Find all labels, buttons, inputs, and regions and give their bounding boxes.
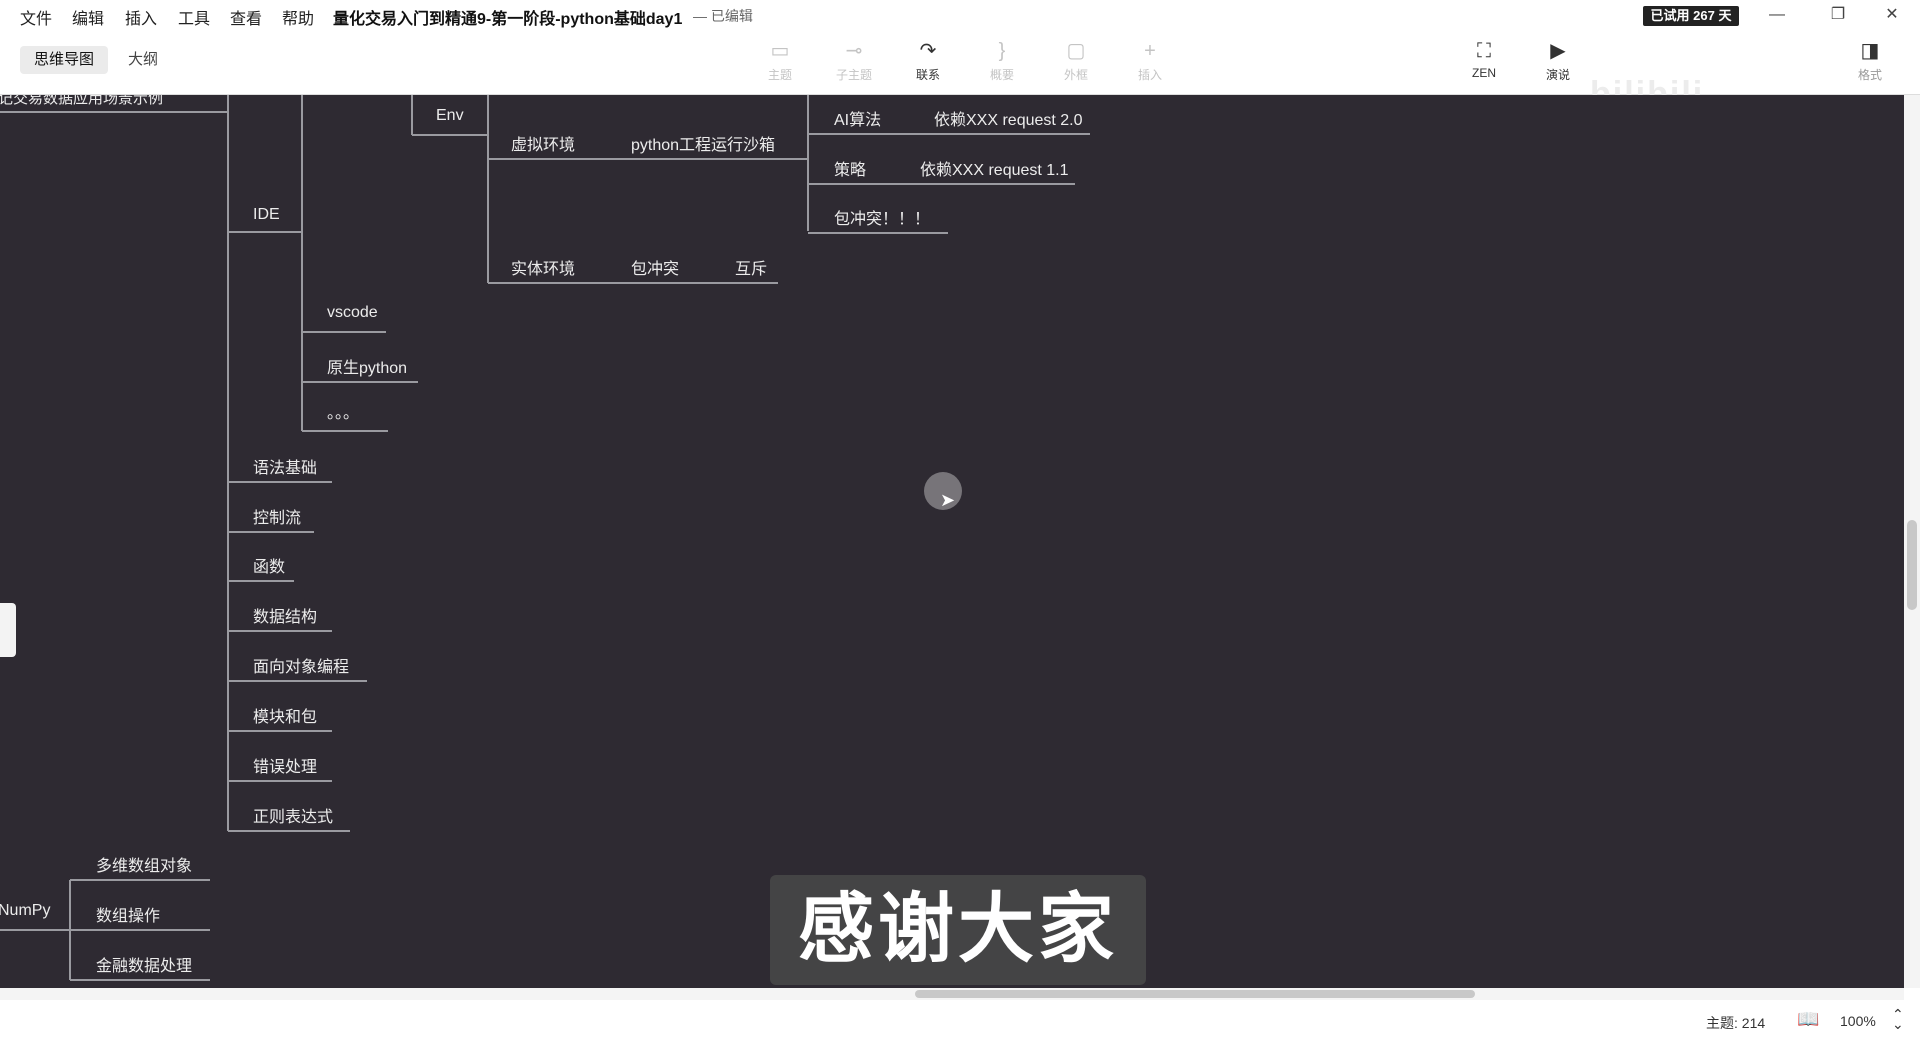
zoom-stepper-icon[interactable]: ⌃ ⌄	[1892, 1007, 1904, 1031]
menu-tools[interactable]: 工具	[178, 5, 210, 29]
restore-button[interactable]: ❐	[1818, 2, 1858, 28]
title-bar: 文件 编辑 插入 工具 查看 帮助 量化交易入门到精通9-第一阶段-python…	[0, 0, 1920, 30]
pitch-icon: ▶	[1550, 40, 1566, 62]
mindmap-node-control-flow[interactable]: 控制流	[253, 504, 301, 528]
minimize-button[interactable]: —	[1757, 2, 1797, 28]
summary-label: 概要	[989, 68, 1014, 82]
boundary-label: 外框	[1063, 68, 1088, 82]
vertical-scrollbar-thumb[interactable]	[1907, 520, 1917, 610]
mindmap-node-data-structures[interactable]: 数据结构	[253, 603, 317, 627]
tab-mindmap[interactable]: 思维导图	[20, 46, 109, 74]
menu-view[interactable]: 查看	[230, 5, 262, 29]
connector-lines	[0, 95, 1090, 981]
close-button[interactable]: ✕	[1872, 2, 1912, 28]
mindmap-node-syntax[interactable]: 语法基础	[253, 454, 317, 478]
mindmap-node-ai-algo[interactable]: AI算法	[834, 106, 881, 130]
subtopic-icon: ⊸	[845, 40, 863, 62]
zen-button[interactable]: ⛶ ZEN	[1456, 36, 1512, 80]
insert-button[interactable]: + 插入	[1122, 36, 1178, 83]
document-status: — 已编辑	[693, 8, 753, 24]
format-panel-button[interactable]: ◨ 格式	[1842, 36, 1898, 83]
mindmap-node-dep-11[interactable]: 依赖XXX request 1.1	[920, 156, 1069, 180]
menu-help[interactable]: 帮助	[282, 5, 314, 29]
format-panel-icon: ◨	[1860, 40, 1880, 62]
zen-icon: ⛶	[1477, 40, 1491, 62]
relationship-label: 联系	[915, 68, 940, 82]
mindmap-node-vscode[interactable]: vscode	[327, 304, 378, 322]
zen-label: ZEN	[1472, 66, 1496, 80]
summary-icon: }	[998, 40, 1006, 62]
document-title: 量化交易入门到精通9-第一阶段-python基础day1	[333, 11, 683, 28]
relationship-icon: ↷	[919, 40, 937, 62]
insert-icon: +	[1144, 40, 1156, 62]
menu-file[interactable]: 文件	[20, 5, 52, 29]
side-panel-handle[interactable]	[0, 603, 16, 657]
insert-label: 插入	[1137, 68, 1162, 82]
horizontal-scrollbar-thumb[interactable]	[915, 990, 1475, 998]
tab-outline[interactable]: 大纲	[114, 46, 172, 74]
mouse-pointer-icon: ➤	[940, 490, 956, 510]
map-shelf-icon[interactable]: 📖	[1797, 1009, 1819, 1030]
menu-edit[interactable]: 编辑	[72, 5, 104, 29]
toolbar: 思维导图 大纲 ▭ 主题 ⊸ 子主题 ↷ 联系 } 概要 ▢ 外框 + 插入 ⛶…	[0, 30, 1920, 113]
topic-label: 主题	[767, 68, 792, 82]
menu-insert[interactable]: 插入	[125, 5, 157, 29]
video-subtitle: 感谢大家	[770, 875, 1146, 985]
status-bar: 主题: 214 📖 100% ⌃ ⌄	[0, 1000, 1920, 1040]
mindmap-node-virtual-env[interactable]: 虚拟环境	[511, 131, 575, 155]
mindmap-node-numpy[interactable]: NumPy	[0, 902, 50, 920]
mindmap-node-conflict-bang[interactable]: 包冲突！！！	[834, 205, 930, 229]
trial-badge[interactable]: 已试用 267 天	[1643, 6, 1739, 26]
mindmap-node-ide[interactable]: IDE	[253, 206, 280, 224]
mindmap-node-dep-20[interactable]: 依赖XXX request 2.0	[934, 106, 1083, 130]
mindmap-node-ellipsis[interactable]: 。。。	[327, 399, 359, 423]
subtopic-label: 子主题	[835, 68, 872, 82]
zoom-level[interactable]: 100%	[1840, 1013, 1876, 1029]
mindmap-node-strategy[interactable]: 策略	[834, 156, 866, 180]
topic-icon: ▭	[770, 40, 790, 62]
boundary-button[interactable]: ▢ 外框	[1048, 36, 1104, 83]
horizontal-scrollbar[interactable]	[0, 988, 1904, 1000]
mindmap-node-errors[interactable]: 错误处理	[253, 753, 317, 777]
vertical-scrollbar[interactable]	[1904, 95, 1920, 988]
mindmap-node-native-python[interactable]: 原生python	[327, 354, 407, 378]
mindmap-node-ndarray[interactable]: 多维数组对象	[96, 852, 192, 876]
format-panel-label: 格式	[1857, 68, 1882, 82]
boundary-icon: ▢	[1066, 40, 1086, 62]
mindmap-node-env[interactable]: Env	[436, 107, 464, 125]
relationship-button[interactable]: ↷ 联系	[900, 36, 956, 83]
subtopic-button[interactable]: ⊸ 子主题	[826, 36, 882, 83]
mindmap-node-functions[interactable]: 函数	[253, 553, 285, 577]
mindmap-node-physical-env[interactable]: 实体环境	[511, 255, 575, 279]
pitch-label: 演说	[1545, 68, 1570, 82]
mindmap-node-mutex[interactable]: 互斥	[735, 255, 767, 279]
mindmap-node-conflict[interactable]: 包冲突	[631, 255, 679, 279]
pitch-button[interactable]: ▶ 演说	[1530, 36, 1586, 83]
mindmap-node-modules[interactable]: 模块和包	[253, 703, 317, 727]
mindmap-node-finance-data[interactable]: 金融数据处理	[96, 952, 192, 976]
topic-button[interactable]: ▭ 主题	[752, 36, 808, 83]
mindmap-node-array-ops[interactable]: 数组操作	[96, 902, 160, 926]
mindmap-node-sandbox[interactable]: python工程运行沙箱	[631, 131, 775, 155]
topic-count: 主题: 214	[1706, 1015, 1766, 1031]
summary-button[interactable]: } 概要	[974, 36, 1030, 83]
mindmap-node-partial[interactable]: 记交易数据应用场景示例	[0, 95, 163, 108]
mindmap-node-regex[interactable]: 正则表达式	[253, 803, 333, 827]
mindmap-node-oop[interactable]: 面向对象编程	[253, 653, 349, 677]
mindmap-canvas[interactable]: 记交易数据应用场景示例 IDE Env 虚拟环境 python工程运行沙箱 AI…	[0, 95, 1904, 988]
